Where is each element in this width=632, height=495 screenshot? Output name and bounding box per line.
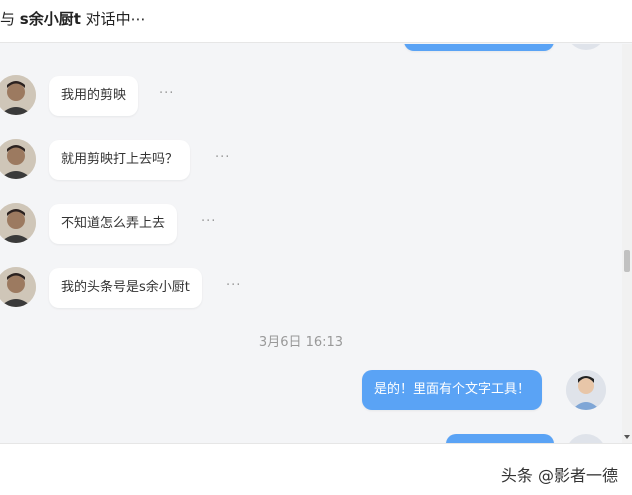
message-list[interactable]: 我用的剪映 ··· 就用剪映打上去吗？ ··· 不知道怎么弄上去 ··· 我的头…	[0, 44, 622, 443]
outgoing-bubble-partial	[446, 434, 554, 443]
more-options-icon[interactable]: ···	[201, 214, 216, 229]
more-options-icon[interactable]: ···	[159, 86, 174, 101]
watermark: 头条 @影者一德	[500, 466, 618, 485]
self-avatar[interactable]	[566, 370, 606, 410]
self-avatar[interactable]	[566, 434, 606, 443]
outgoing-message[interactable]: 是的！里面有个文字工具！	[362, 370, 543, 410]
contact-avatar[interactable]	[0, 75, 36, 115]
outgoing-bubble-partial	[404, 44, 554, 51]
contact-avatar[interactable]	[0, 203, 36, 243]
more-options-icon[interactable]: ···	[215, 150, 230, 165]
incoming-message[interactable]: 我用的剪映	[49, 76, 139, 116]
message-timestamp: 3月6日 16:13	[258, 335, 344, 350]
incoming-message[interactable]: 我的头条号是s余小厨t	[49, 268, 202, 308]
chat-scrollbar[interactable]	[622, 44, 632, 443]
self-avatar[interactable]	[566, 44, 606, 50]
scroll-down-arrow-icon[interactable]	[624, 435, 630, 439]
chat-title: 与 s余小厨t 对话中⋯	[0, 10, 146, 28]
incoming-message[interactable]: 就用剪映打上去吗？	[49, 140, 191, 180]
more-options-icon[interactable]: ···	[226, 278, 241, 293]
contact-avatar[interactable]	[0, 267, 36, 307]
scrollbar-thumb[interactable]	[624, 250, 630, 272]
incoming-message[interactable]: 不知道怎么弄上去	[49, 204, 178, 244]
contact-name[interactable]: s余小厨t	[20, 10, 81, 28]
chat-header: 与 s余小厨t 对话中⋯	[0, 0, 632, 43]
contact-avatar[interactable]	[0, 139, 36, 179]
